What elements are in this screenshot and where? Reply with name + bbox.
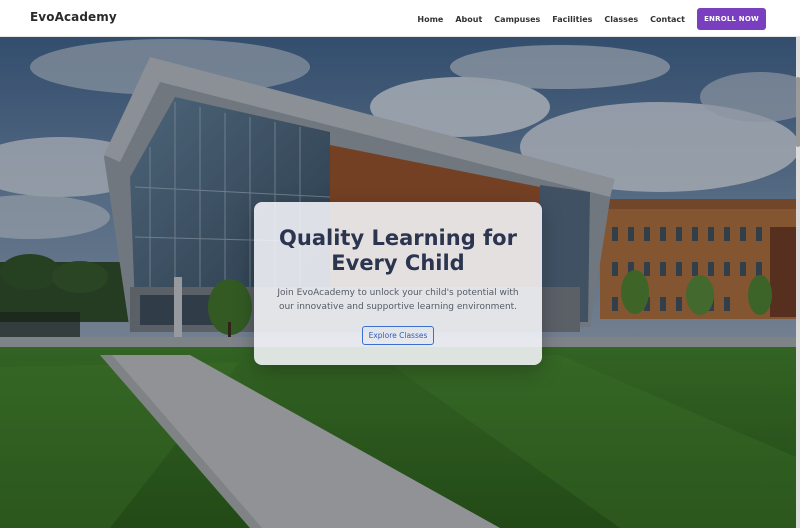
enroll-now-button[interactable]: ENROLL NOW [697,8,766,30]
nav-link-home[interactable]: Home [417,15,443,24]
nav-link-about[interactable]: About [455,15,482,24]
hero-card: Quality Learning for Every Child Join Ev… [254,202,542,365]
hero-description: Join EvoAcademy to unlock your child's p… [277,288,519,312]
hero-title: Quality Learning for Every Child [279,226,517,275]
nav-links: Home About Campuses Facilities Classes C… [417,8,766,30]
hero-section: Quality Learning for Every Child Join Ev… [0,37,796,528]
top-navbar: EvoAcademy Home About Campuses Facilitie… [0,0,800,37]
nav-link-classes[interactable]: Classes [604,15,638,24]
explore-classes-button[interactable]: Explore Classes [362,326,434,345]
scrollbar-thumb[interactable] [796,77,800,147]
nav-link-facilities[interactable]: Facilities [552,15,592,24]
page-scrollbar[interactable] [796,37,800,528]
site-logo[interactable]: EvoAcademy [30,10,117,24]
nav-link-campuses[interactable]: Campuses [494,15,540,24]
nav-link-contact[interactable]: Contact [650,15,685,24]
